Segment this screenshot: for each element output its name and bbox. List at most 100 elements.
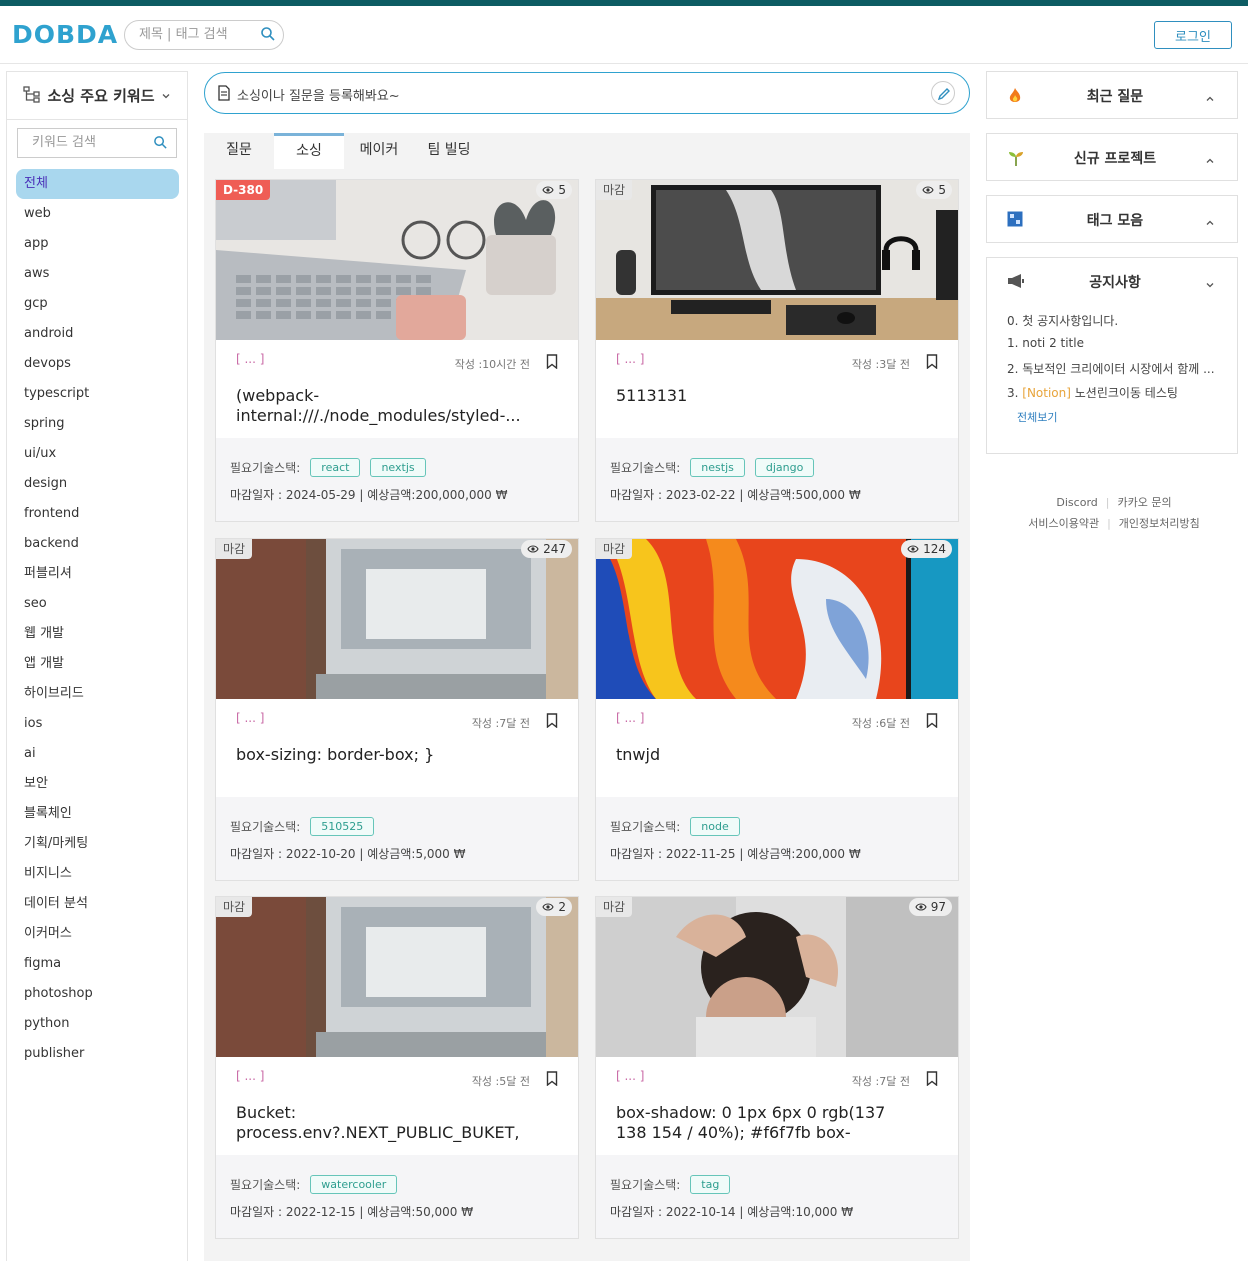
card-category[interactable]: [ ... ] bbox=[236, 1069, 264, 1083]
new-projects-panel[interactable]: 신규 프로젝트 bbox=[986, 133, 1238, 181]
tab-maker[interactable]: 메이커 bbox=[344, 133, 414, 169]
card-category[interactable]: [ ... ] bbox=[616, 1069, 644, 1083]
keyword-search-input[interactable] bbox=[32, 135, 152, 150]
card-category[interactable]: [ ... ] bbox=[236, 352, 264, 366]
pencil-icon[interactable] bbox=[931, 81, 955, 105]
tech-tag[interactable]: django bbox=[754, 458, 815, 477]
tech-stack: 필요기술스택: 510525 bbox=[230, 817, 375, 836]
keyword-item[interactable]: android bbox=[16, 319, 179, 349]
compose-bar[interactable]: 소싱이나 질문을 등록해봐요~ bbox=[204, 72, 970, 114]
tech-tag[interactable]: tag bbox=[690, 1175, 731, 1194]
tab-team-building[interactable]: 팀 빌딩 bbox=[414, 133, 484, 169]
card-category[interactable]: [ ... ] bbox=[616, 352, 644, 366]
card-title[interactable]: box-shadow: 0 1px 6px 0 rgb(137 138 154 … bbox=[616, 1103, 916, 1145]
keyword-item[interactable]: photoshop bbox=[16, 979, 179, 1009]
tech-tag[interactable]: react bbox=[310, 458, 361, 477]
status-badge: D-380 bbox=[216, 180, 271, 200]
sourcing-card[interactable]: D-380 5 [ ... ] 작성 :10시간 전 (webpack-internal… bbox=[215, 179, 579, 522]
tab-question[interactable]: 질문 bbox=[204, 133, 274, 169]
bookmark-icon[interactable] bbox=[926, 713, 938, 732]
card-category[interactable]: [ ... ] bbox=[236, 711, 264, 725]
keyword-item[interactable]: 하이브리드 bbox=[16, 679, 179, 709]
keyword-item[interactable]: aws bbox=[16, 259, 179, 289]
bookmark-icon[interactable] bbox=[926, 1071, 938, 1090]
card-title[interactable]: 5113131 bbox=[616, 386, 916, 428]
keyword-item[interactable]: 이커머스 bbox=[16, 919, 179, 949]
card-title[interactable]: (webpack-internal:///./node_modules/styl… bbox=[236, 386, 536, 428]
keyword-item[interactable]: devops bbox=[16, 349, 179, 379]
bookmark-icon[interactable] bbox=[546, 354, 558, 373]
bookmark-icon[interactable] bbox=[926, 354, 938, 373]
chevron-up-icon[interactable] bbox=[1205, 89, 1215, 108]
keyword-item[interactable]: 보안 bbox=[16, 769, 179, 799]
keyword-item[interactable]: design bbox=[16, 469, 179, 499]
card-time: 작성 :5달 전 bbox=[471, 1075, 530, 1088]
see-all-link[interactable]: 전체보기 bbox=[1017, 409, 1057, 425]
kakao-inquiry-link[interactable]: 카카오 문의 bbox=[1117, 496, 1171, 509]
keyword-item[interactable]: 데이터 분석 bbox=[16, 889, 179, 919]
chevron-up-icon[interactable] bbox=[1205, 213, 1215, 232]
keyword-item[interactable]: 앱 개발 bbox=[16, 649, 179, 679]
title-tag-search[interactable] bbox=[124, 20, 284, 50]
recent-questions-panel[interactable]: 최근 질문 bbox=[986, 71, 1238, 119]
sourcing-card[interactable]: 마감 5 [ ... ] 작성 :3달 전 5113131 필요기술스택: nestjs dj… bbox=[595, 179, 959, 522]
sourcing-card[interactable]: 마감 124 [ ... ] 작성 :6달 전 tnwjd 필요기술스택: node 마감일자… bbox=[595, 538, 959, 881]
keyword-item[interactable]: backend bbox=[16, 529, 179, 559]
tech-stack-label: 필요기술스택: bbox=[610, 820, 681, 834]
tags-panel[interactable]: 태그 모음 bbox=[986, 195, 1238, 243]
keyword-item[interactable]: 퍼블리셔 bbox=[16, 559, 179, 589]
card-category[interactable]: [ ... ] bbox=[616, 711, 644, 725]
keyword-item[interactable]: spring bbox=[16, 409, 179, 439]
keyword-item[interactable]: figma bbox=[16, 949, 179, 979]
search-icon[interactable] bbox=[153, 135, 168, 154]
sourcing-card[interactable]: 마감 97 [ ... ] 작성 :7달 전 box-shadow: 0 1px 6px… bbox=[595, 896, 959, 1239]
terms-link[interactable]: 서비스이용약관 bbox=[1028, 517, 1099, 530]
discord-link[interactable]: Discord bbox=[1056, 496, 1097, 509]
keyword-item[interactable]: 전체 bbox=[16, 169, 179, 199]
tech-tag[interactable]: node bbox=[690, 817, 740, 836]
tech-tag[interactable]: nestjs bbox=[690, 458, 745, 477]
logo[interactable]: DOBDA bbox=[12, 20, 118, 49]
keyword-item[interactable]: frontend bbox=[16, 499, 179, 529]
search-icon[interactable] bbox=[260, 26, 276, 46]
notice-item[interactable]: 0. 첫 공지사항입니다. bbox=[1007, 312, 1217, 329]
card-title[interactable]: tnwjd bbox=[616, 745, 916, 787]
keyword-item[interactable]: 기획/마케팅 bbox=[16, 829, 179, 859]
login-button[interactable]: 로그인 bbox=[1154, 21, 1232, 49]
chevron-up-icon[interactable] bbox=[1205, 151, 1215, 170]
tech-tag[interactable]: watercooler bbox=[310, 1175, 398, 1194]
tech-tag[interactable]: nextjs bbox=[370, 458, 426, 477]
keyword-item[interactable]: seo bbox=[16, 589, 179, 619]
keyword-item[interactable]: web bbox=[16, 199, 179, 229]
keyword-item[interactable]: 웹 개발 bbox=[16, 619, 179, 649]
tech-tag[interactable]: 510525 bbox=[310, 817, 375, 836]
keyword-item[interactable]: typescript bbox=[16, 379, 179, 409]
keyword-item[interactable]: publisher bbox=[16, 1039, 179, 1069]
privacy-link[interactable]: 개인정보처리방침 bbox=[1119, 517, 1200, 530]
sourcing-card[interactable]: 마감 247 [ ... ] 작성 :7달 전 box-sizing: border-b… bbox=[215, 538, 579, 881]
card-title[interactable]: box-sizing: border-box; } bbox=[236, 745, 536, 787]
sourcing-card[interactable]: 마감 2 [ ... ] 작성 :5달 전 Bucket: process.env?.N… bbox=[215, 896, 579, 1239]
keyword-item[interactable]: python bbox=[16, 1009, 179, 1039]
chevron-down-icon[interactable] bbox=[1205, 275, 1215, 294]
bookmark-icon[interactable] bbox=[546, 713, 558, 732]
keyword-item[interactable]: gcp bbox=[16, 289, 179, 319]
card-meta: 마감일자 : 2022-10-20 | 예상금액:5,000 ₩ bbox=[230, 847, 466, 861]
search-input[interactable] bbox=[139, 27, 257, 42]
notice-item[interactable]: 3. [Notion] 노션린크이동 테스팅 bbox=[1007, 384, 1217, 401]
keyword-item[interactable]: ios bbox=[16, 709, 179, 739]
keyword-search[interactable] bbox=[17, 128, 177, 158]
notice-panel[interactable]: 공지사항 bbox=[986, 257, 1238, 305]
card-title[interactable]: Bucket: process.env?.NEXT_PUBLIC_BUKET, bbox=[236, 1103, 536, 1145]
keyword-sidebar-header[interactable]: 소싱 주요 키워드 bbox=[7, 72, 187, 120]
keyword-item[interactable]: app bbox=[16, 229, 179, 259]
bookmark-icon[interactable] bbox=[546, 1071, 558, 1090]
keyword-item[interactable]: 비지니스 bbox=[16, 859, 179, 889]
card-thumbnail bbox=[596, 539, 958, 699]
keyword-item[interactable]: 블록체인 bbox=[16, 799, 179, 829]
notice-item[interactable]: 2. 독보적인 크리에이터 시장에서 함께 ... bbox=[1007, 360, 1217, 377]
notice-item[interactable]: 1. noti 2 title bbox=[1007, 336, 1217, 350]
keyword-item[interactable]: ai bbox=[16, 739, 179, 769]
keyword-item[interactable]: ui/ux bbox=[16, 439, 179, 469]
tab-sourcing[interactable]: 소싱 bbox=[274, 133, 344, 169]
